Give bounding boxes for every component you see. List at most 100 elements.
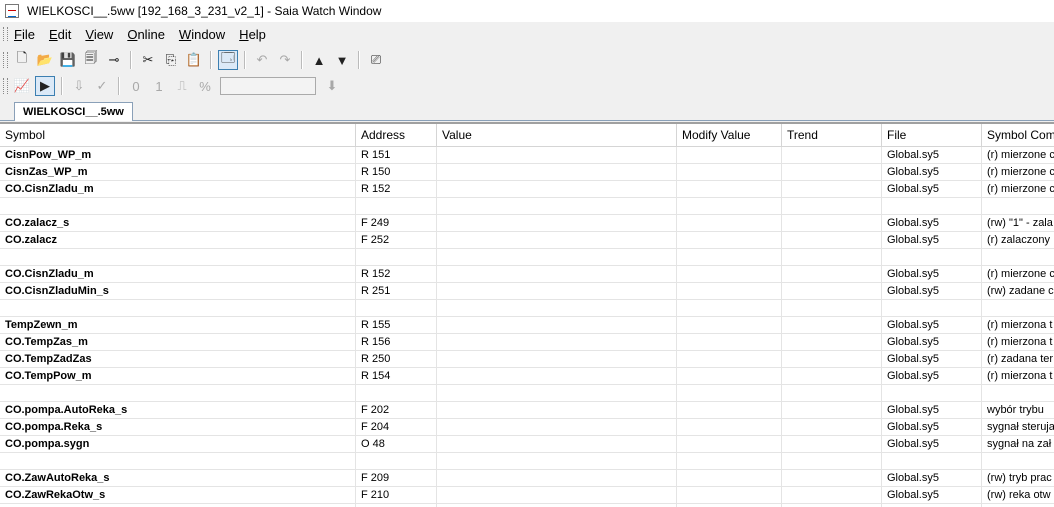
check-icon: ✓	[96, 78, 108, 93]
table-row[interactable]	[0, 385, 1054, 402]
cell-modify-value[interactable]	[677, 181, 782, 197]
column-header-address[interactable]: Address	[356, 124, 437, 146]
menu-window[interactable]: Window	[179, 27, 225, 42]
pin-button[interactable]: ⊸	[104, 50, 124, 70]
cell-modify-value[interactable]	[677, 215, 782, 231]
cell-trend	[782, 385, 882, 401]
menu-view[interactable]: View	[85, 27, 113, 42]
new-icon: 🗋	[16, 50, 28, 65]
cell-modify-value[interactable]	[677, 368, 782, 384]
cell-modify-value[interactable]	[677, 249, 782, 265]
cell-modify-value[interactable]	[677, 198, 782, 214]
column-header-trend[interactable]: Trend	[782, 124, 882, 146]
column-header-symbol[interactable]: Symbol	[0, 124, 356, 146]
cell-modify-value[interactable]	[677, 470, 782, 486]
write-value-button[interactable]: ⬇	[322, 76, 342, 96]
copy-button[interactable]: ⎘	[161, 50, 181, 70]
column-header-symbol-comment[interactable]: Symbol Com	[982, 124, 1054, 146]
trend-button[interactable]: 📈	[12, 76, 32, 96]
cell-value	[437, 470, 677, 486]
redo-button[interactable]: ↷	[275, 50, 295, 70]
percent-button[interactable]: %	[195, 76, 215, 96]
go-online-button[interactable]: ▶	[35, 76, 55, 96]
menu-edit[interactable]: Edit	[49, 27, 71, 42]
check-button[interactable]: ✓	[92, 76, 112, 96]
cell-modify-value[interactable]	[677, 283, 782, 299]
cell-modify-value[interactable]	[677, 487, 782, 503]
cell-modify-value[interactable]	[677, 334, 782, 350]
move-down-button[interactable]: ▼	[332, 50, 352, 70]
cell-value	[437, 385, 677, 401]
menubar-grip[interactable]	[3, 27, 8, 41]
cell-file: Global.sy5	[882, 487, 982, 503]
cell-modify-value[interactable]	[677, 351, 782, 367]
cell-modify-value[interactable]	[677, 436, 782, 452]
save-button[interactable]: 💾	[58, 50, 78, 70]
cell-modify-value[interactable]	[677, 419, 782, 435]
cell-modify-value[interactable]	[677, 147, 782, 163]
cell-value	[437, 232, 677, 248]
paste-button[interactable]: 📋	[184, 50, 204, 70]
table-row[interactable]: CO.pompa.Reka_s F 204 Global.sy5 sygnał ste…	[0, 419, 1054, 436]
table-row[interactable]: CO.ZawRekaOtw_s F 210 Global.sy5 (rw) reka …	[0, 487, 1054, 504]
pulse-button[interactable]: ⎍	[172, 76, 192, 96]
table-row[interactable]: CO.zalacz F 252 Global.sy5 (r) zalaczony	[0, 232, 1054, 249]
table-row[interactable]: CO.TempZas_m R 156 Global.sy5 (r) mierzona …	[0, 334, 1054, 351]
table-row[interactable]	[0, 300, 1054, 317]
online-button[interactable]: ⎚	[366, 50, 386, 70]
cell-modify-value[interactable]	[677, 402, 782, 418]
cell-file: Global.sy5	[882, 436, 982, 452]
table-row[interactable]: CO.ZawAutoReka_s F 209 Global.sy5 (rw) tryb…	[0, 470, 1054, 487]
cell-modify-value[interactable]	[677, 317, 782, 333]
cell-modify-value[interactable]	[677, 300, 782, 316]
set-zero-button[interactable]: 0	[126, 76, 146, 96]
column-header-value[interactable]: Value	[437, 124, 677, 146]
cell-symbol-comment: (rw) "1" - zala	[987, 217, 1053, 229]
menu-help[interactable]: Help	[239, 27, 266, 42]
open-button[interactable]: 📂	[35, 50, 55, 70]
cut-button[interactable]: ✂	[138, 50, 158, 70]
menu-online[interactable]: Online	[127, 27, 165, 42]
toolbar-grip[interactable]	[3, 78, 8, 94]
new-button[interactable]: 🗋	[12, 50, 32, 70]
cell-symbol	[0, 385, 356, 401]
table-row[interactable]: CisnPow_WP_m R 151 Global.sy5 (r) mierzone …	[0, 147, 1054, 164]
table-row[interactable]: CO.CisnZladuMin_s R 251 Global.sy5 (rw) zad…	[0, 283, 1054, 300]
value-combo-input[interactable]	[220, 77, 316, 95]
table-row[interactable]: TempZewn_m R 155 Global.sy5 (r) mierzona t	[0, 317, 1054, 334]
table-row[interactable]: CO.pompa.AutoReka_s F 202 Global.sy5 wybór …	[0, 402, 1054, 419]
save-all-button[interactable]: 🗐	[81, 50, 101, 70]
cell-modify-value[interactable]	[677, 385, 782, 401]
toolbar-separator	[61, 77, 63, 95]
watch-grid[interactable]: Symbol Address Value Modify Value Trend …	[0, 122, 1054, 507]
toolbar-grip[interactable]	[3, 52, 8, 68]
cell-modify-value[interactable]	[677, 453, 782, 469]
cell-modify-value[interactable]	[677, 266, 782, 282]
properties-button[interactable]: 🗔	[218, 50, 238, 70]
table-row[interactable]: CO.TempPow_m R 154 Global.sy5 (r) mierzona …	[0, 368, 1054, 385]
trend-icon: 📈	[13, 78, 31, 93]
download-button[interactable]: ⇩	[69, 76, 89, 96]
table-row[interactable]: CO.pompa.sygn O 48 Global.sy5 sygnał na zał	[0, 436, 1054, 453]
cell-modify-value[interactable]	[677, 164, 782, 180]
cell-symbol: CO.CisnZladu_m	[0, 181, 356, 197]
undo-button[interactable]: ↶	[252, 50, 272, 70]
move-up-button[interactable]: ▲	[309, 50, 329, 70]
table-row[interactable]: CO.TempZadZas R 250 Global.sy5 (r) zadana t…	[0, 351, 1054, 368]
column-header-modify-value[interactable]: Modify Value	[677, 124, 782, 146]
table-row[interactable]: CO.zalacz_s F 249 Global.sy5 (rw) "1" - zal…	[0, 215, 1054, 232]
cell-modify-value[interactable]	[677, 232, 782, 248]
app-icon	[5, 4, 19, 18]
table-row[interactable]	[0, 249, 1054, 266]
table-row[interactable]: CO.CisnZladu_m R 152 Global.sy5 (r) mierzon…	[0, 181, 1054, 198]
tab-wielkosci[interactable]: WIELKOSCI__.5ww	[14, 102, 133, 121]
column-header-file[interactable]: File	[882, 124, 982, 146]
document-tab-strip: WIELKOSCI__.5ww	[0, 100, 1054, 121]
table-row[interactable]	[0, 198, 1054, 215]
set-one-button[interactable]: 1	[149, 76, 169, 96]
table-row[interactable]: CisnZas_WP_m R 150 Global.sy5 (r) mierzone …	[0, 164, 1054, 181]
table-row[interactable]	[0, 453, 1054, 470]
toolbar-separator	[210, 51, 212, 69]
table-row[interactable]: CO.CisnZladu_m R 152 Global.sy5 (r) mierzon…	[0, 266, 1054, 283]
menu-file[interactable]: File	[14, 27, 35, 42]
